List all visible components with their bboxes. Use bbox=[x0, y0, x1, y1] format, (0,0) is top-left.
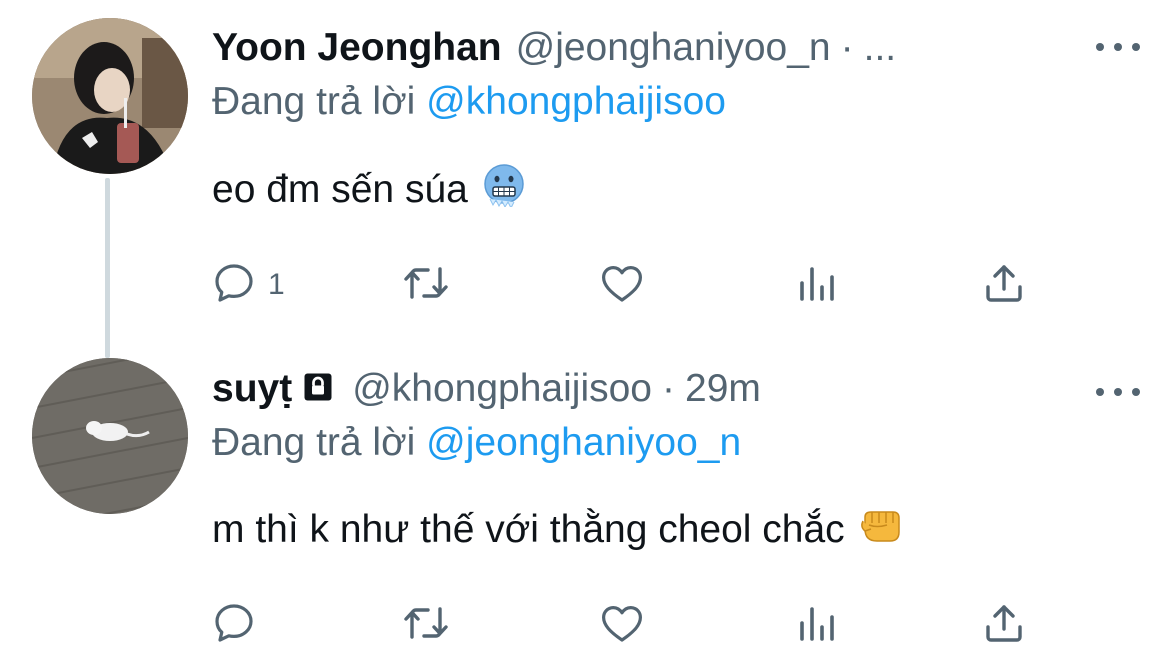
user-handle[interactable]: @khongphaijisoo bbox=[352, 367, 652, 411]
tweet: Yoon Jeonghan @jeonghaniyoo_n · ... Đang… bbox=[0, 0, 1170, 358]
lock-icon bbox=[300, 369, 336, 410]
reply-button[interactable]: 1 bbox=[210, 260, 285, 310]
tweet-actions: 1 bbox=[210, 260, 1040, 310]
replying-to: Đang trả lời @jeonghaniyoo_n bbox=[212, 421, 741, 465]
tweet: suyṭ @khongphaijisoo · 29m Đang trả lời … bbox=[0, 345, 1170, 665]
heart-icon bbox=[598, 259, 646, 312]
retweet-icon bbox=[400, 259, 452, 312]
analytics-button[interactable] bbox=[792, 600, 840, 650]
separator: · bbox=[840, 26, 854, 69]
user-handle[interactable]: @jeonghaniyoo_n bbox=[516, 26, 831, 70]
more-icon[interactable] bbox=[1096, 37, 1140, 57]
like-button[interactable] bbox=[598, 260, 646, 310]
reply-count: 1 bbox=[268, 268, 285, 301]
tweet-text-content: eo đm sến súa bbox=[212, 168, 468, 211]
share-icon bbox=[980, 599, 1028, 652]
display-name[interactable]: Yoon Jeonghan bbox=[212, 26, 502, 70]
heart-icon bbox=[598, 599, 646, 652]
timestamp[interactable]: 29m bbox=[685, 367, 761, 411]
tweet-text: eo đm sến súa bbox=[212, 163, 526, 217]
replying-to: Đang trả lời @khongphaijisoo bbox=[212, 80, 726, 124]
avatar[interactable] bbox=[32, 358, 188, 514]
tweet-header: suyṭ @khongphaijisoo · 29m bbox=[212, 361, 761, 417]
analytics-icon bbox=[792, 599, 840, 652]
reply-icon bbox=[210, 259, 258, 312]
retweet-button[interactable] bbox=[400, 600, 452, 650]
retweet-icon bbox=[400, 599, 452, 652]
reply-icon bbox=[210, 599, 258, 652]
tweet-header: Yoon Jeonghan @jeonghaniyoo_n · ... bbox=[212, 20, 896, 76]
more-icon[interactable] bbox=[1096, 382, 1140, 402]
analytics-icon bbox=[792, 259, 840, 312]
share-button[interactable] bbox=[980, 600, 1028, 650]
share-icon bbox=[980, 259, 1028, 312]
share-button[interactable] bbox=[980, 260, 1028, 310]
tweet-text-content: m thì k như thế với thằng cheol chắc bbox=[212, 508, 845, 551]
avatar[interactable] bbox=[32, 18, 188, 174]
mention-link[interactable]: @khongphaijisoo bbox=[426, 80, 726, 123]
separator: · bbox=[662, 367, 675, 410]
cold-face-emoji-icon bbox=[482, 163, 526, 217]
reply-button[interactable] bbox=[210, 600, 268, 650]
oncoming-fist-emoji-icon bbox=[859, 503, 905, 557]
thread-connector-line bbox=[105, 178, 110, 358]
mention-link[interactable]: @jeonghaniyoo_n bbox=[426, 421, 741, 464]
reply-prefix: Đang trả lời bbox=[212, 80, 427, 123]
like-button[interactable] bbox=[598, 600, 646, 650]
retweet-button[interactable] bbox=[400, 260, 452, 310]
timestamp[interactable]: ... bbox=[864, 26, 897, 70]
tweet-text: m thì k như thế với thằng cheol chắc bbox=[212, 503, 905, 557]
tweet-actions bbox=[210, 600, 1040, 650]
reply-prefix: Đang trả lời bbox=[212, 421, 427, 464]
analytics-button[interactable] bbox=[792, 260, 840, 310]
display-name[interactable]: suyṭ bbox=[212, 367, 292, 411]
